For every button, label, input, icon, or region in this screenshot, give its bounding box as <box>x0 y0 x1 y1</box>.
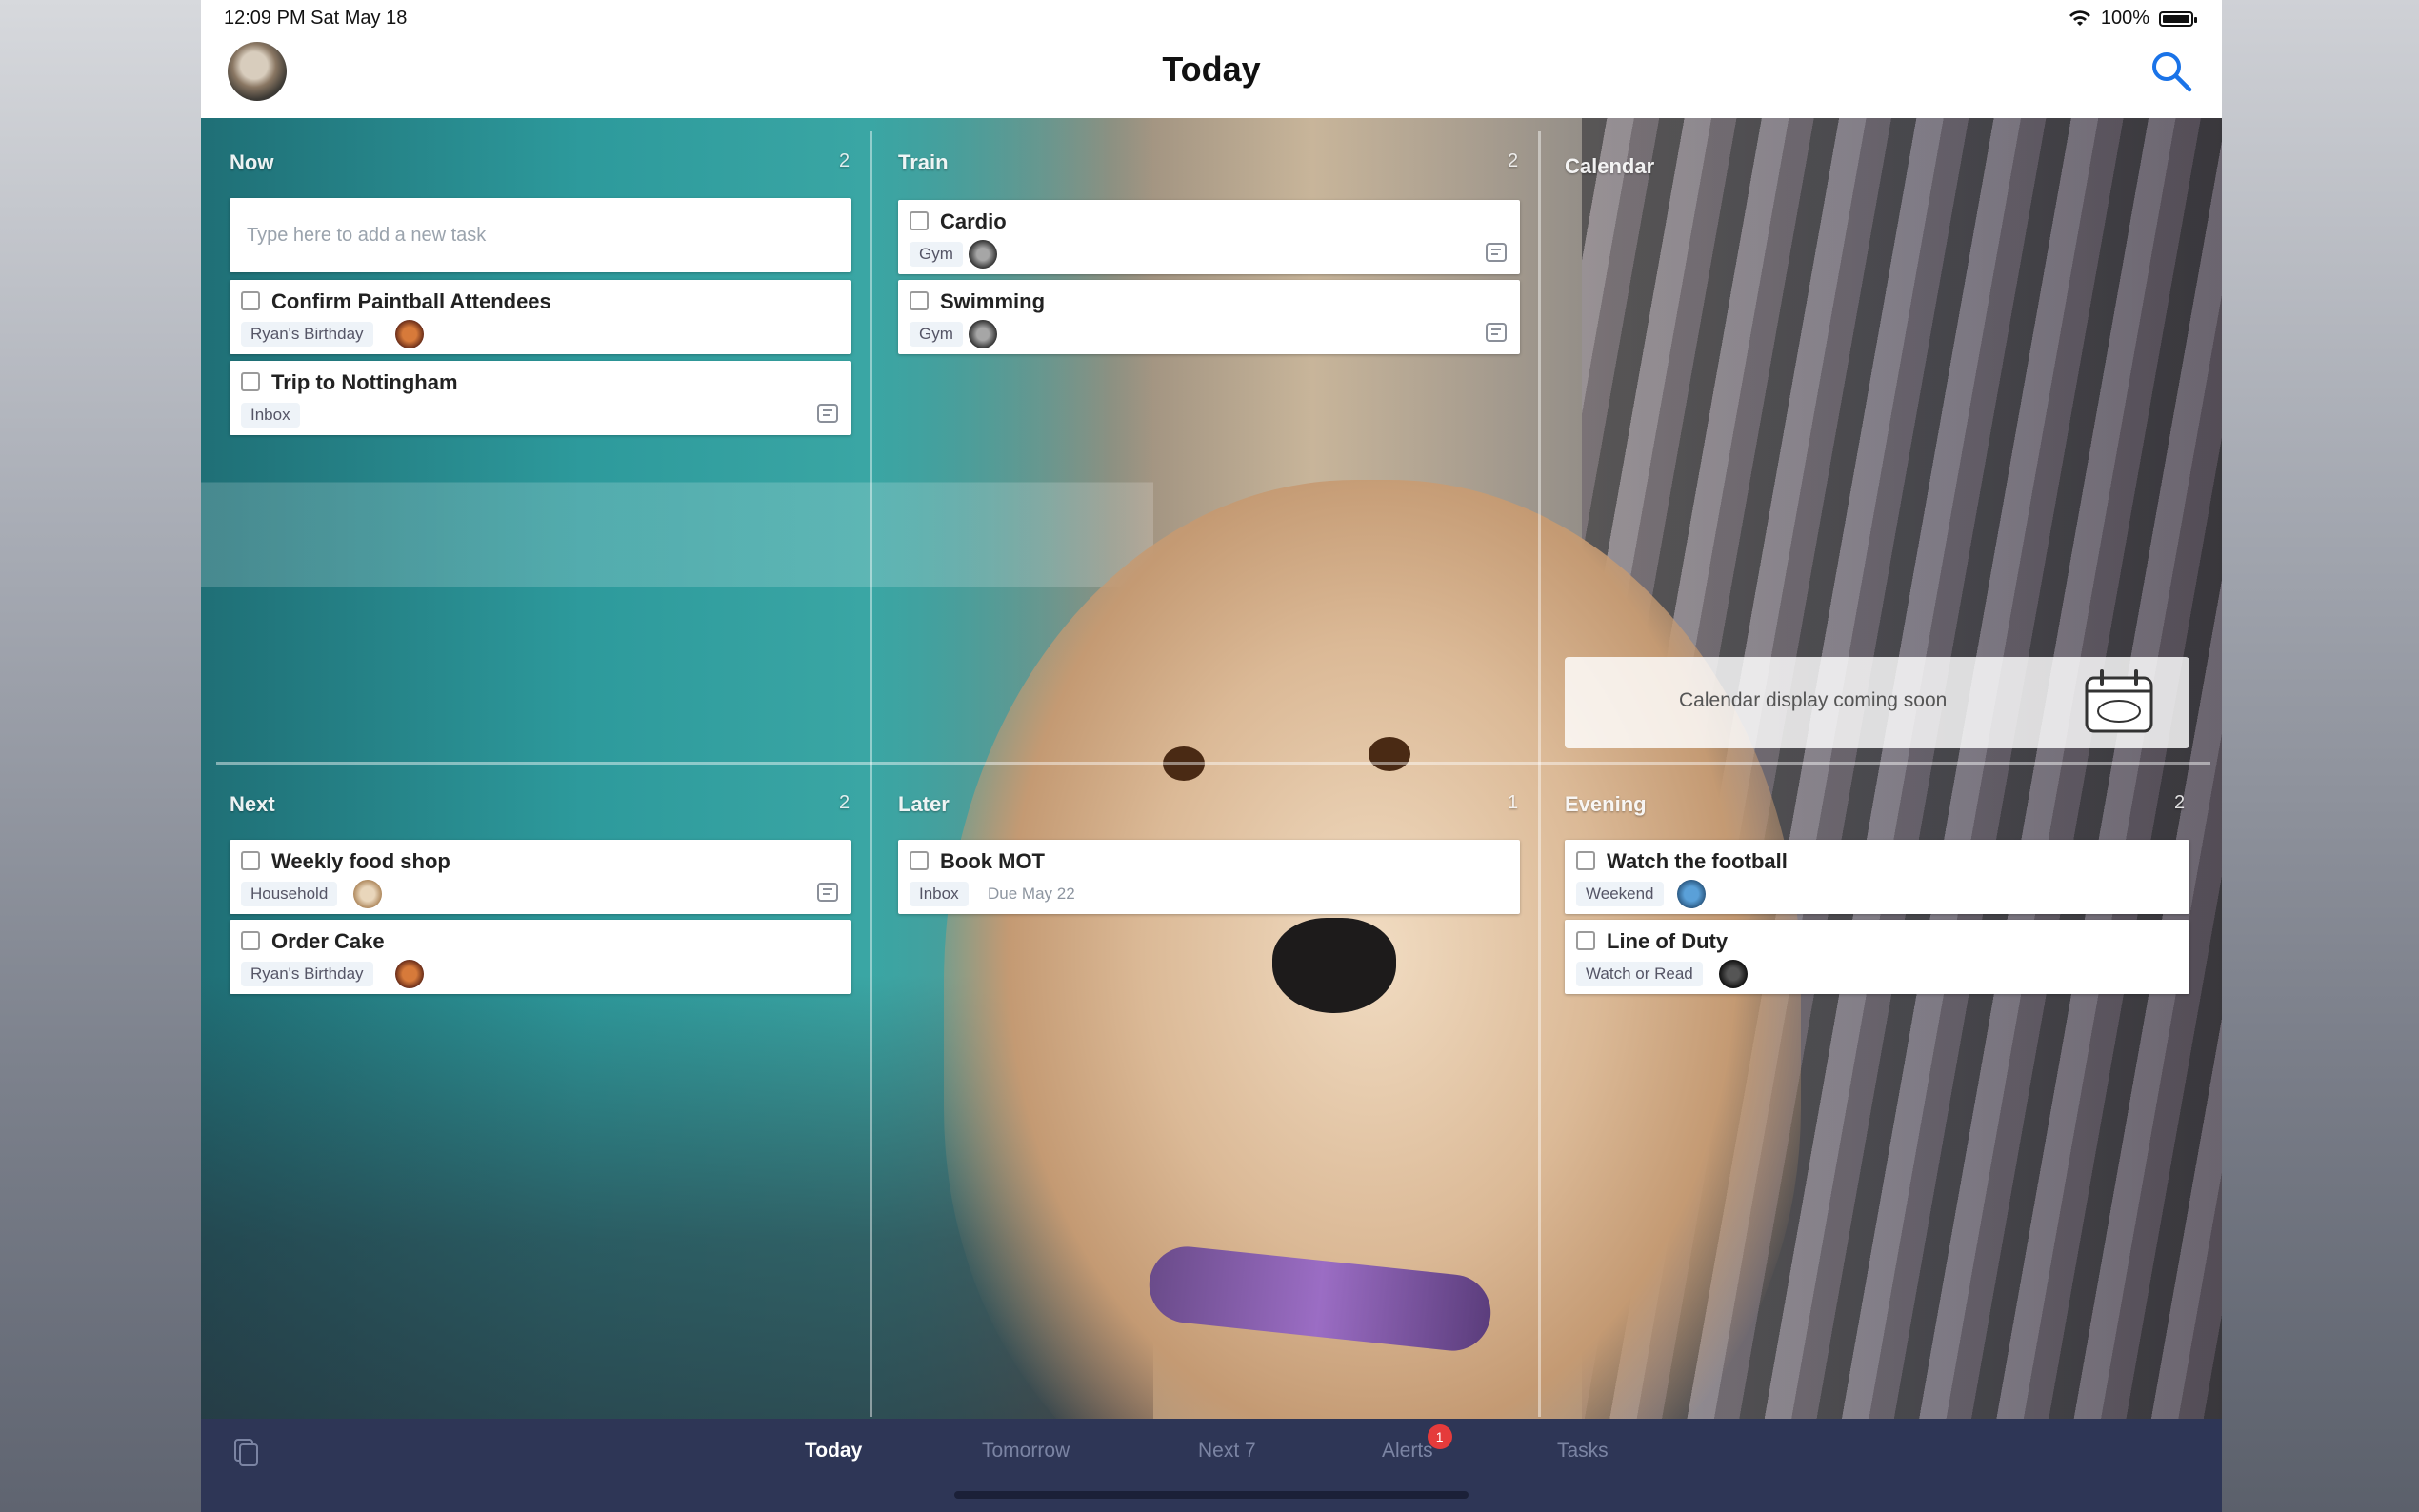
task-project-tag: Gym <box>910 322 963 347</box>
tab-tasks[interactable]: Tasks <box>1557 1440 1609 1462</box>
task-project-tag: Inbox <box>241 403 300 428</box>
section-title-now: Now <box>230 150 274 174</box>
task-checkbox[interactable] <box>910 291 929 310</box>
status-right: 100% <box>2069 8 2197 30</box>
task-card[interactable]: Line of Duty Watch or Read <box>1565 920 2189 994</box>
project-avatar <box>1677 880 1706 908</box>
search-icon[interactable] <box>2148 48 2195 95</box>
task-checkbox[interactable] <box>241 291 260 310</box>
task-card[interactable]: Order Cake Ryan's Birthday <box>230 920 851 994</box>
page-title: Today <box>1162 50 1261 89</box>
section-count-now: 2 <box>839 150 850 171</box>
nav-bar: Today <box>201 38 2222 118</box>
calendar-icon <box>2085 669 2153 733</box>
note-icon <box>1486 323 1507 342</box>
task-checkbox[interactable] <box>1576 931 1595 950</box>
dog-eye-right <box>1369 737 1410 771</box>
notes-stack-icon[interactable] <box>230 1436 262 1468</box>
new-task-input[interactable] <box>245 215 839 255</box>
tab-next-7[interactable]: Next 7 <box>1198 1440 1256 1462</box>
grid-divider-h <box>216 762 2210 765</box>
section-count-later: 1 <box>1508 792 1519 813</box>
task-card[interactable]: Confirm Paintball Attendees Ryan's Birth… <box>230 280 851 354</box>
section-count-next: 2 <box>839 792 850 813</box>
wifi-icon <box>2069 10 2090 26</box>
task-checkbox[interactable] <box>910 211 929 230</box>
task-project-tag: Watch or Read <box>1576 962 1703 986</box>
task-name: Book MOT <box>940 849 1045 873</box>
note-icon <box>1486 243 1507 262</box>
alerts-badge: 1 <box>1427 1424 1452 1449</box>
grid-divider-v1 <box>870 131 872 1417</box>
background-right <box>2222 0 2419 1512</box>
tab-alerts-wrap[interactable]: Alerts 1 <box>1382 1424 1452 1462</box>
task-card[interactable]: Trip to Nottingham Inbox <box>230 361 851 435</box>
task-checkbox[interactable] <box>241 372 260 391</box>
task-checkbox[interactable] <box>241 931 260 950</box>
task-card[interactable]: Cardio Gym <box>898 200 1520 274</box>
battery-icon <box>2159 10 2197 27</box>
home-indicator <box>954 1491 1469 1499</box>
note-icon <box>817 883 838 902</box>
calendar-placeholder: Calendar display coming soon <box>1565 657 2189 748</box>
status-time-date: 12:09 PM Sat May 18 <box>224 8 408 29</box>
grid-divider-v2 <box>1538 131 1541 1417</box>
tab-today[interactable]: Today <box>805 1440 862 1462</box>
project-avatar <box>969 240 997 269</box>
task-project-tag: Household <box>241 882 338 906</box>
task-checkbox[interactable] <box>1576 851 1595 870</box>
task-project-tag: Ryan's Birthday <box>241 322 373 347</box>
task-card[interactable]: Weekly food shop Household <box>230 840 851 914</box>
board: Now 2 Confirm Paintball Attendees Ryan's… <box>201 118 2222 1419</box>
task-project-tag: Inbox <box>910 882 969 906</box>
dog-nose <box>1272 918 1396 1013</box>
app-window: 12:09 PM Sat May 18 100% Today Now 2 Typ… <box>201 0 2222 1512</box>
task-name: Watch the football <box>1607 849 1788 873</box>
section-title-train: Train <box>898 150 949 174</box>
project-avatar <box>395 320 424 348</box>
project-avatar <box>1719 960 1748 988</box>
section-title-calendar: Calendar <box>1565 154 1655 178</box>
task-project-tag: Weekend <box>1576 882 1664 906</box>
task-name: Cardio <box>940 209 1007 233</box>
task-project-tag: Ryan's Birthday <box>241 962 373 986</box>
task-name: Confirm Paintball Attendees <box>271 289 551 313</box>
tab-alerts: Alerts <box>1382 1440 1433 1462</box>
status-bar: 12:09 PM Sat May 18 100% <box>201 0 2222 38</box>
task-card[interactable]: Swimming Gym <box>898 280 1520 354</box>
calendar-message: Calendar display coming soon <box>1679 689 1948 711</box>
section-count-train: 2 <box>1508 150 1519 171</box>
task-due-date: Due May 22 <box>988 885 1075 903</box>
section-count-evening: 2 <box>2174 792 2186 813</box>
task-project-tag: Gym <box>910 242 963 267</box>
task-card[interactable]: Watch the football Weekend <box>1565 840 2189 914</box>
new-task-card <box>230 198 851 272</box>
background-left <box>0 0 201 1512</box>
task-name: Weekly food shop <box>271 849 450 873</box>
note-icon <box>817 404 838 423</box>
task-name: Swimming <box>940 289 1046 313</box>
section-title-next: Next <box>230 792 275 816</box>
project-avatar <box>395 960 424 988</box>
task-name: Order Cake <box>271 929 385 953</box>
battery-percent: 100% <box>2100 8 2149 29</box>
task-card[interactable]: Book MOT Inbox Due May 22 <box>898 840 1520 914</box>
section-title-evening: Evening <box>1565 792 1647 816</box>
task-name: Trip to Nottingham <box>271 370 458 394</box>
task-checkbox[interactable] <box>241 851 260 870</box>
task-name: Line of Duty <box>1607 929 1729 953</box>
tab-bar: Today Tomorrow Next 7 Alerts 1 Tasks <box>201 1419 2222 1512</box>
tab-tomorrow[interactable]: Tomorrow <box>982 1440 1070 1462</box>
project-avatar <box>353 880 382 908</box>
task-checkbox[interactable] <box>910 851 929 870</box>
section-title-later: Later <box>898 792 950 816</box>
project-avatar <box>969 320 997 348</box>
